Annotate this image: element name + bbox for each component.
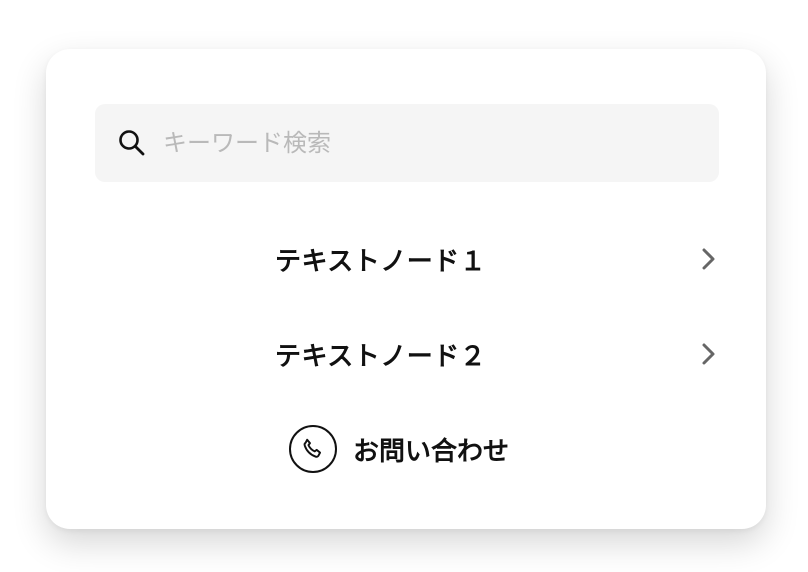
menu-item-text-node-1[interactable]: テキストノード１ xyxy=(95,229,719,289)
chevron-right-icon xyxy=(702,343,715,365)
search-icon xyxy=(119,130,145,156)
phone-icon xyxy=(289,425,337,473)
contact-link[interactable]: お問い合わせ xyxy=(289,423,509,475)
chevron-right-icon xyxy=(702,248,715,270)
menu-item-label: テキストノード２ xyxy=(275,341,487,372)
menu-item-label: テキストノード１ xyxy=(275,246,487,277)
menu-item-text-node-2[interactable]: テキストノード２ xyxy=(95,324,719,384)
contact-label: お問い合わせ xyxy=(353,436,510,467)
page: テキストノード１ テキストノード２ お問い合わせ xyxy=(0,0,808,572)
search-bar[interactable] xyxy=(95,104,719,182)
search-input[interactable] xyxy=(163,123,663,163)
menu-panel: テキストノード１ テキストノード２ お問い合わせ xyxy=(46,49,766,529)
